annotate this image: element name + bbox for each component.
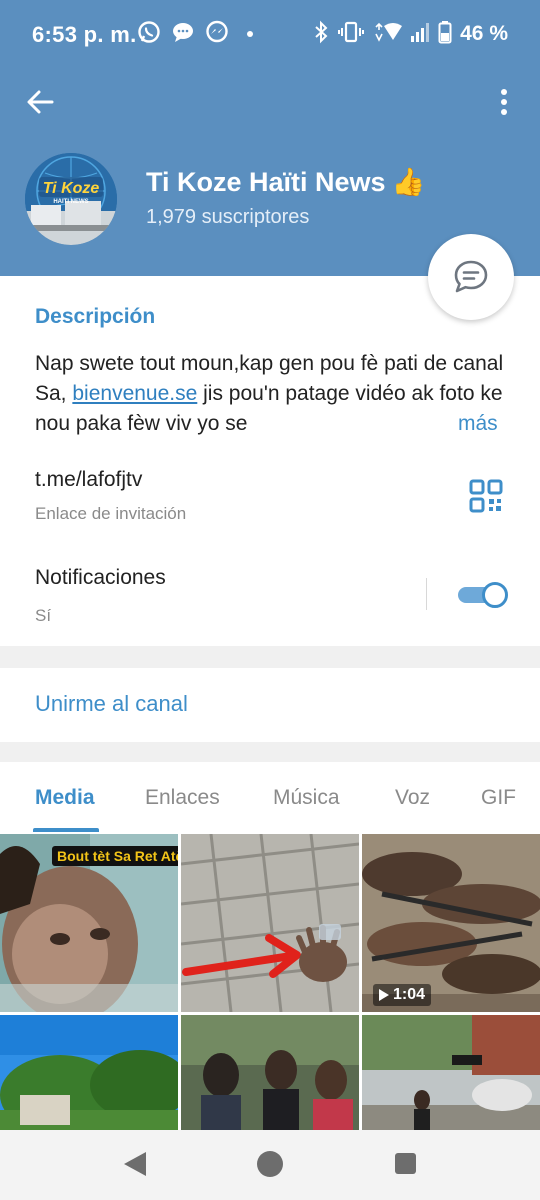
chat-bubble-icon [454, 260, 488, 293]
toggle-knob [482, 582, 508, 608]
media-thumbnail[interactable]: 1:04 [362, 834, 540, 1012]
nav-home-icon[interactable] [257, 1151, 283, 1177]
qr-code-icon [469, 479, 503, 513]
tab-voice[interactable]: Voz [395, 786, 430, 810]
media-caption-badge: Bout tèt Sa Ret Atè [52, 846, 178, 866]
whatsapp-icon [137, 20, 161, 49]
shared-media-tabs: Media Enlaces Música Voz GIF [0, 762, 540, 832]
divider [426, 578, 427, 610]
nav-recents-icon[interactable] [395, 1153, 416, 1174]
system-icons: 46 % [312, 20, 508, 48]
active-tab-indicator [33, 828, 99, 832]
notification-icons [137, 20, 253, 48]
avatar-logo-text: Ti Koze [43, 180, 100, 197]
description-more-button[interactable]: más [418, 409, 513, 439]
more-options-button[interactable] [486, 80, 522, 124]
channel-name: Ti Koze Haïti News [146, 166, 386, 197]
thumbs-up-emoji: 👍 [391, 167, 426, 198]
section-separator [0, 646, 540, 668]
invite-link[interactable]: t.me/lafofjtv [35, 468, 142, 492]
invite-link-label: Enlace de invitación [35, 504, 187, 523]
notifications-title: Notificaciones [35, 566, 166, 589]
notifications-toggle[interactable] [458, 582, 508, 608]
description-link[interactable]: bienvenue.se [72, 382, 197, 405]
media-thumbnail[interactable] [181, 834, 359, 1012]
video-duration-text: 1:04 [393, 986, 426, 1003]
system-navigation-bar [0, 1130, 540, 1200]
signal-icon [410, 20, 430, 49]
tab-gif[interactable]: GIF [481, 786, 516, 810]
back-button[interactable] [18, 80, 62, 124]
tab-music[interactable]: Música [273, 786, 340, 810]
arrow-left-icon [27, 90, 54, 114]
discussion-button[interactable] [428, 234, 514, 320]
media-thumbnail[interactable] [0, 1015, 178, 1130]
avatar-logo-subtext: HAITI NEWS [53, 199, 88, 205]
video-duration: 1:04 [373, 984, 432, 1006]
channel-title: Ti Koze Haïti News 👍 [146, 166, 426, 199]
notification-dot [247, 31, 253, 37]
join-channel-button[interactable]: Unirme al canal [35, 691, 188, 717]
channel-avatar[interactable]: Ti Koze HAITI NEWS [25, 153, 117, 245]
battery-icon [438, 20, 452, 49]
nav-back-icon[interactable] [122, 1151, 148, 1177]
join-channel-row[interactable]: Unirme al canal [0, 668, 540, 742]
more-vertical-icon [501, 89, 507, 115]
vibrate-icon [338, 20, 365, 49]
qr-code-button[interactable] [468, 478, 504, 514]
description-label: Descripción [35, 305, 156, 328]
status-bar: 6:53 p. m. 46 % [0, 0, 540, 68]
subscriber-count: 1,979 suscriptores [146, 206, 310, 228]
battery-percent: 46 % [460, 22, 508, 45]
section-separator [0, 742, 540, 762]
media-thumbnail[interactable] [362, 1015, 540, 1130]
notifications-value: Sí [35, 606, 52, 625]
tab-media[interactable]: Media [35, 786, 95, 810]
chat-bubble-icon [171, 20, 195, 49]
wifi-icon [372, 20, 403, 49]
status-time: 6:53 p. m. [32, 22, 137, 47]
tab-links[interactable]: Enlaces [145, 786, 220, 810]
media-grid: Bout tèt Sa Ret Atè 1:04 [0, 834, 540, 1130]
play-icon [379, 989, 389, 1001]
media-thumbnail[interactable] [181, 1015, 359, 1130]
messenger-icon [205, 20, 229, 49]
media-thumbnail[interactable]: Bout tèt Sa Ret Atè [0, 834, 178, 1012]
bluetooth-icon [312, 20, 330, 49]
